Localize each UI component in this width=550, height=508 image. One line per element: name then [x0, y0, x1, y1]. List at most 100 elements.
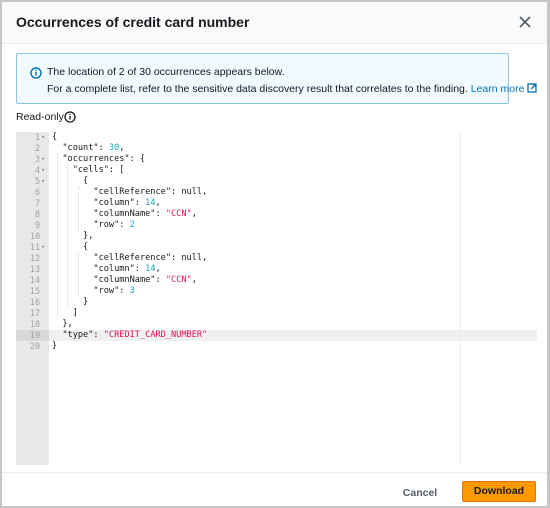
text-token: "column": [52, 264, 146, 274]
code-line: 10 }, [16, 231, 537, 242]
text-token: "type": [52, 330, 104, 340]
code-text: { [52, 132, 57, 143]
code-text: "cellReference": null, [52, 187, 207, 198]
text-token: { [52, 132, 58, 142]
read-only-label: Read-only [16, 111, 64, 123]
text-token: "row": [52, 220, 130, 230]
line-number: 5 [34, 176, 40, 186]
code-text: "row": 2 [52, 220, 134, 231]
text-token: "cellReference": null, [52, 187, 208, 197]
number-token: 30 [108, 143, 120, 153]
cancel-button[interactable]: Cancel [396, 483, 444, 503]
line-number: 9 [34, 220, 40, 230]
line-number: 13 [29, 264, 40, 274]
json-code-editor[interactable]: 1 ▾{2 "count": 30, 3 ▾ "occurrences": {4 ▾ "… [16, 132, 537, 465]
number-token: 14 [145, 264, 156, 274]
code-line: 13 "column": 14, [16, 264, 537, 275]
info-icon [30, 67, 42, 79]
line-number: 6 [34, 187, 40, 197]
code-line: 2 "count": 30, [16, 143, 537, 154]
code-line: 9 "row": 2 [16, 220, 537, 231]
code-line: 12 "cellReference": null, [16, 253, 537, 264]
code-line: 16 } [16, 297, 537, 308]
close-icon[interactable] [516, 13, 534, 31]
code-lines: 1 ▾{2 "count": 30, 3 ▾ "occurrences": {4 ▾ "… [16, 132, 537, 352]
fold-toggle-icon[interactable]: ▾ [41, 132, 45, 143]
line-number: 10 [29, 231, 40, 241]
code-text: "columnName": "CCN", [52, 275, 197, 286]
number-token: 14 [145, 198, 156, 208]
text-token: } [52, 341, 58, 351]
text-token: "columnName": [52, 275, 166, 285]
code-text: } [52, 297, 88, 308]
text-token: ] [52, 308, 78, 318]
code-line: 15 "row": 3 [16, 286, 537, 297]
line-number: 17 [29, 308, 40, 318]
text-token: "occurrences": { [52, 154, 146, 164]
code-line: 5 ▾ { [16, 176, 537, 187]
fold-toggle-icon[interactable]: ▾ [41, 154, 45, 165]
line-number: 2 [34, 143, 40, 153]
fold-toggle-icon[interactable]: ▾ [41, 165, 45, 176]
code-text: }, [52, 319, 72, 330]
alert-message: The location of 2 of 30 occurrences appe… [47, 66, 285, 78]
code-line: 20} [16, 341, 537, 352]
text-token: "row": [52, 286, 130, 296]
text-token: , [155, 198, 161, 208]
text-token: { [52, 242, 89, 252]
line-number: 19 [29, 330, 40, 340]
code-text: { [52, 242, 88, 253]
line-number: 8 [34, 209, 40, 219]
footer-divider [2, 472, 547, 473]
line-number: 12 [29, 253, 40, 263]
string-token: "CREDIT_CARD_NUMBER" [103, 330, 208, 340]
code-text: "count": 30, [52, 143, 124, 154]
line-number: 14 [29, 275, 40, 285]
alert-detail-text: For a complete list, refer to the sensit… [47, 83, 468, 95]
info-icon[interactable] [64, 111, 76, 123]
code-text: }, [52, 231, 93, 242]
code-text: "column": 14, [52, 264, 161, 275]
code-line: 8 "columnName": "CCN", [16, 209, 537, 220]
text-token: , [191, 275, 197, 285]
code-text: "occurrences": { [52, 154, 145, 165]
alert-detail: For a complete list, refer to the sensit… [47, 83, 538, 95]
line-number: 20 [29, 341, 40, 351]
code-line: 19 "type": "CREDIT_CARD_NUMBER" [16, 330, 537, 341]
line-number: 18 [29, 319, 40, 329]
code-line: 4 ▾ "cells": [ [16, 165, 537, 176]
code-line: 18 }, [16, 319, 537, 330]
line-number: 15 [29, 286, 40, 296]
text-token: , [155, 264, 161, 274]
string-token: "CCN" [165, 275, 192, 285]
code-text: "row": 3 [52, 286, 134, 297]
text-token: "column": [52, 198, 146, 208]
text-token: "cellReference": null, [52, 253, 208, 263]
modal-title: Occurrences of credit card number [16, 14, 250, 30]
download-button[interactable]: Download [462, 481, 536, 502]
learn-more-link[interactable]: Learn more [471, 83, 538, 95]
string-token: "CCN" [165, 209, 192, 219]
fold-toggle-icon[interactable]: ▾ [41, 242, 45, 253]
text-token: "count": [52, 143, 109, 153]
line-number: 7 [34, 198, 40, 208]
text-token: }, [52, 231, 94, 241]
text-token: { [52, 176, 89, 186]
fold-toggle-icon[interactable]: ▾ [41, 176, 45, 187]
text-token: "columnName": [52, 209, 166, 219]
line-number: 1 [34, 132, 40, 142]
code-line: 17 ] [16, 308, 537, 319]
code-text: "columnName": "CCN", [52, 209, 197, 220]
text-token: , [119, 143, 125, 153]
code-line: 7 "column": 14, [16, 198, 537, 209]
line-number: 16 [29, 297, 40, 307]
code-text: } [52, 341, 57, 352]
line-number: 4 [34, 165, 40, 175]
text-token: "cells": [ [52, 165, 125, 175]
info-alert: The location of 2 of 30 occurrences appe… [16, 53, 538, 104]
code-text: { [52, 176, 88, 187]
code-line: 1 ▾ { [16, 132, 537, 143]
occurrences-modal: Occurrences of credit card number The lo… [0, 0, 550, 508]
modal-header: Occurrences of credit card number [2, 2, 547, 44]
text-token: , [191, 209, 197, 219]
